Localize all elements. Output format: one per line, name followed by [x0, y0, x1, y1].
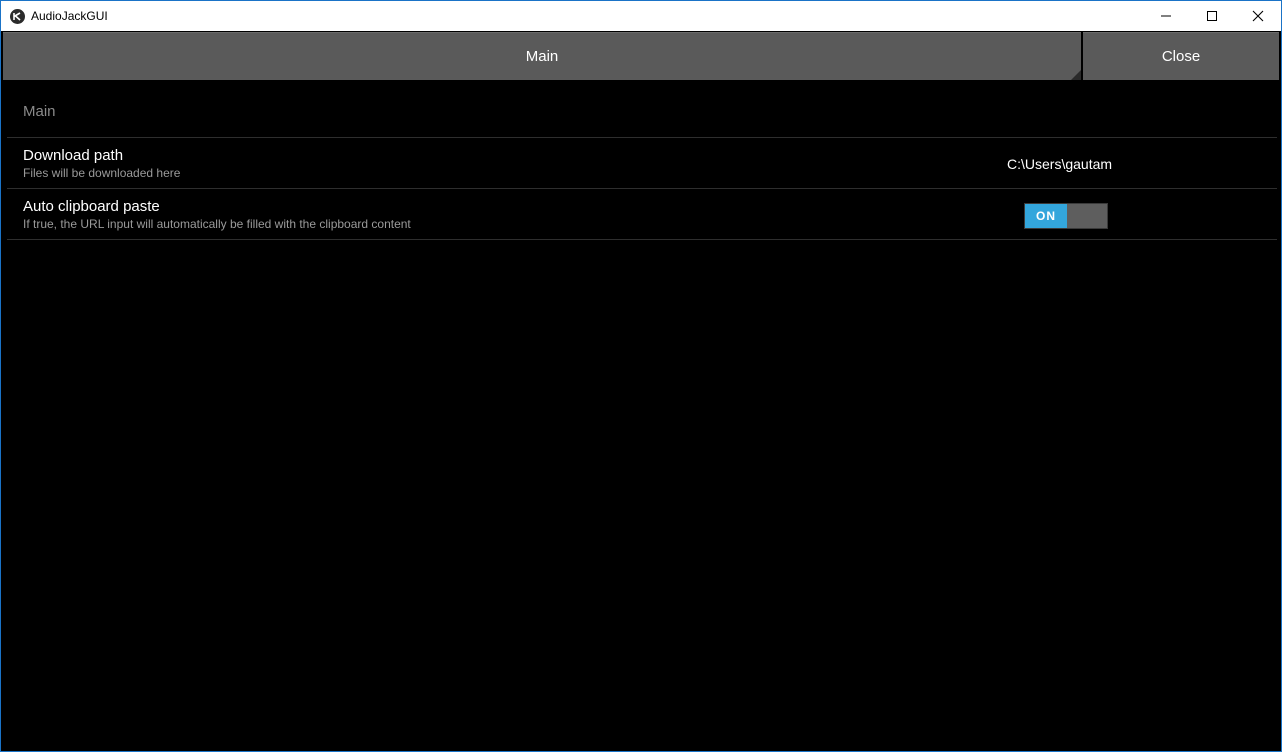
tab-corner-indicator [1071, 70, 1081, 80]
setting-download-path[interactable]: Download path Files will be downloaded h… [7, 138, 1277, 189]
setting-description: Files will be downloaded here [23, 166, 181, 180]
maximize-icon [1207, 11, 1217, 21]
settings-panel: Main Download path Files will be downloa… [7, 81, 1277, 240]
app-window: AudioJackGUI Main Close Main Download pa… [0, 0, 1282, 752]
switch-knob[interactable] [1067, 204, 1107, 228]
title-bar: AudioJackGUI [1, 1, 1281, 31]
tab-main[interactable]: Main [3, 32, 1081, 80]
download-path-value[interactable]: C:\Users\gautam [1007, 156, 1112, 172]
minimize-icon [1161, 15, 1171, 17]
kivy-logo-icon [10, 9, 25, 24]
minimize-button[interactable] [1143, 1, 1189, 31]
maximize-button[interactable] [1189, 1, 1235, 31]
section-title: Main [7, 81, 1277, 138]
close-window-button[interactable] [1235, 1, 1281, 31]
close-icon [1252, 10, 1264, 22]
switch-on-label: ON [1025, 204, 1067, 228]
close-settings-button[interactable]: Close [1083, 32, 1279, 80]
window-title: AudioJackGUI [31, 9, 108, 23]
setting-description: If true, the URL input will automaticall… [23, 217, 411, 231]
settings-tab-bar: Main Close [1, 31, 1281, 81]
setting-title: Download path [23, 147, 124, 164]
close-settings-label: Close [1161, 48, 1201, 65]
setting-auto-clipboard-paste: Auto clipboard paste If true, the URL in… [7, 189, 1277, 240]
setting-title: Auto clipboard paste [23, 198, 160, 215]
tab-main-label: Main [525, 48, 559, 65]
auto-clipboard-switch[interactable]: ON [1024, 203, 1108, 229]
